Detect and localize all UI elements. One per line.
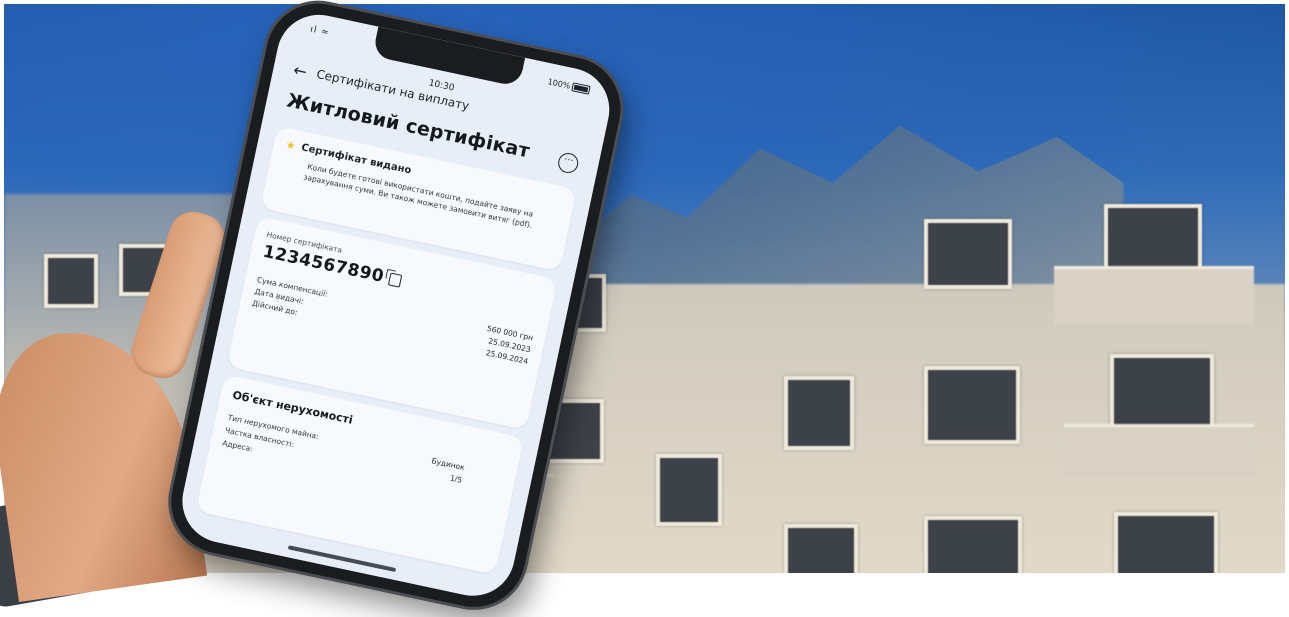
star-icon: ★	[284, 138, 297, 153]
battery-icon	[571, 82, 591, 95]
more-options-icon[interactable]: ···	[556, 151, 581, 175]
building-window	[44, 254, 98, 308]
signal-icon: ıl ≈	[309, 24, 331, 39]
building-window	[1110, 354, 1214, 432]
building-window	[656, 454, 722, 526]
building-window	[924, 366, 1020, 444]
building-window	[784, 524, 858, 573]
building-window	[1104, 204, 1202, 274]
copy-icon[interactable]	[388, 272, 403, 288]
building-window	[924, 219, 1012, 289]
battery-percent: 100%	[546, 77, 572, 91]
building-window	[784, 376, 854, 450]
balcony	[1054, 266, 1254, 324]
battery-indicator: 100%	[547, 77, 591, 95]
building-window	[1114, 512, 1218, 573]
back-arrow-icon[interactable]: ←	[292, 60, 309, 81]
balcony	[1064, 424, 1254, 477]
building-window	[924, 516, 1022, 573]
